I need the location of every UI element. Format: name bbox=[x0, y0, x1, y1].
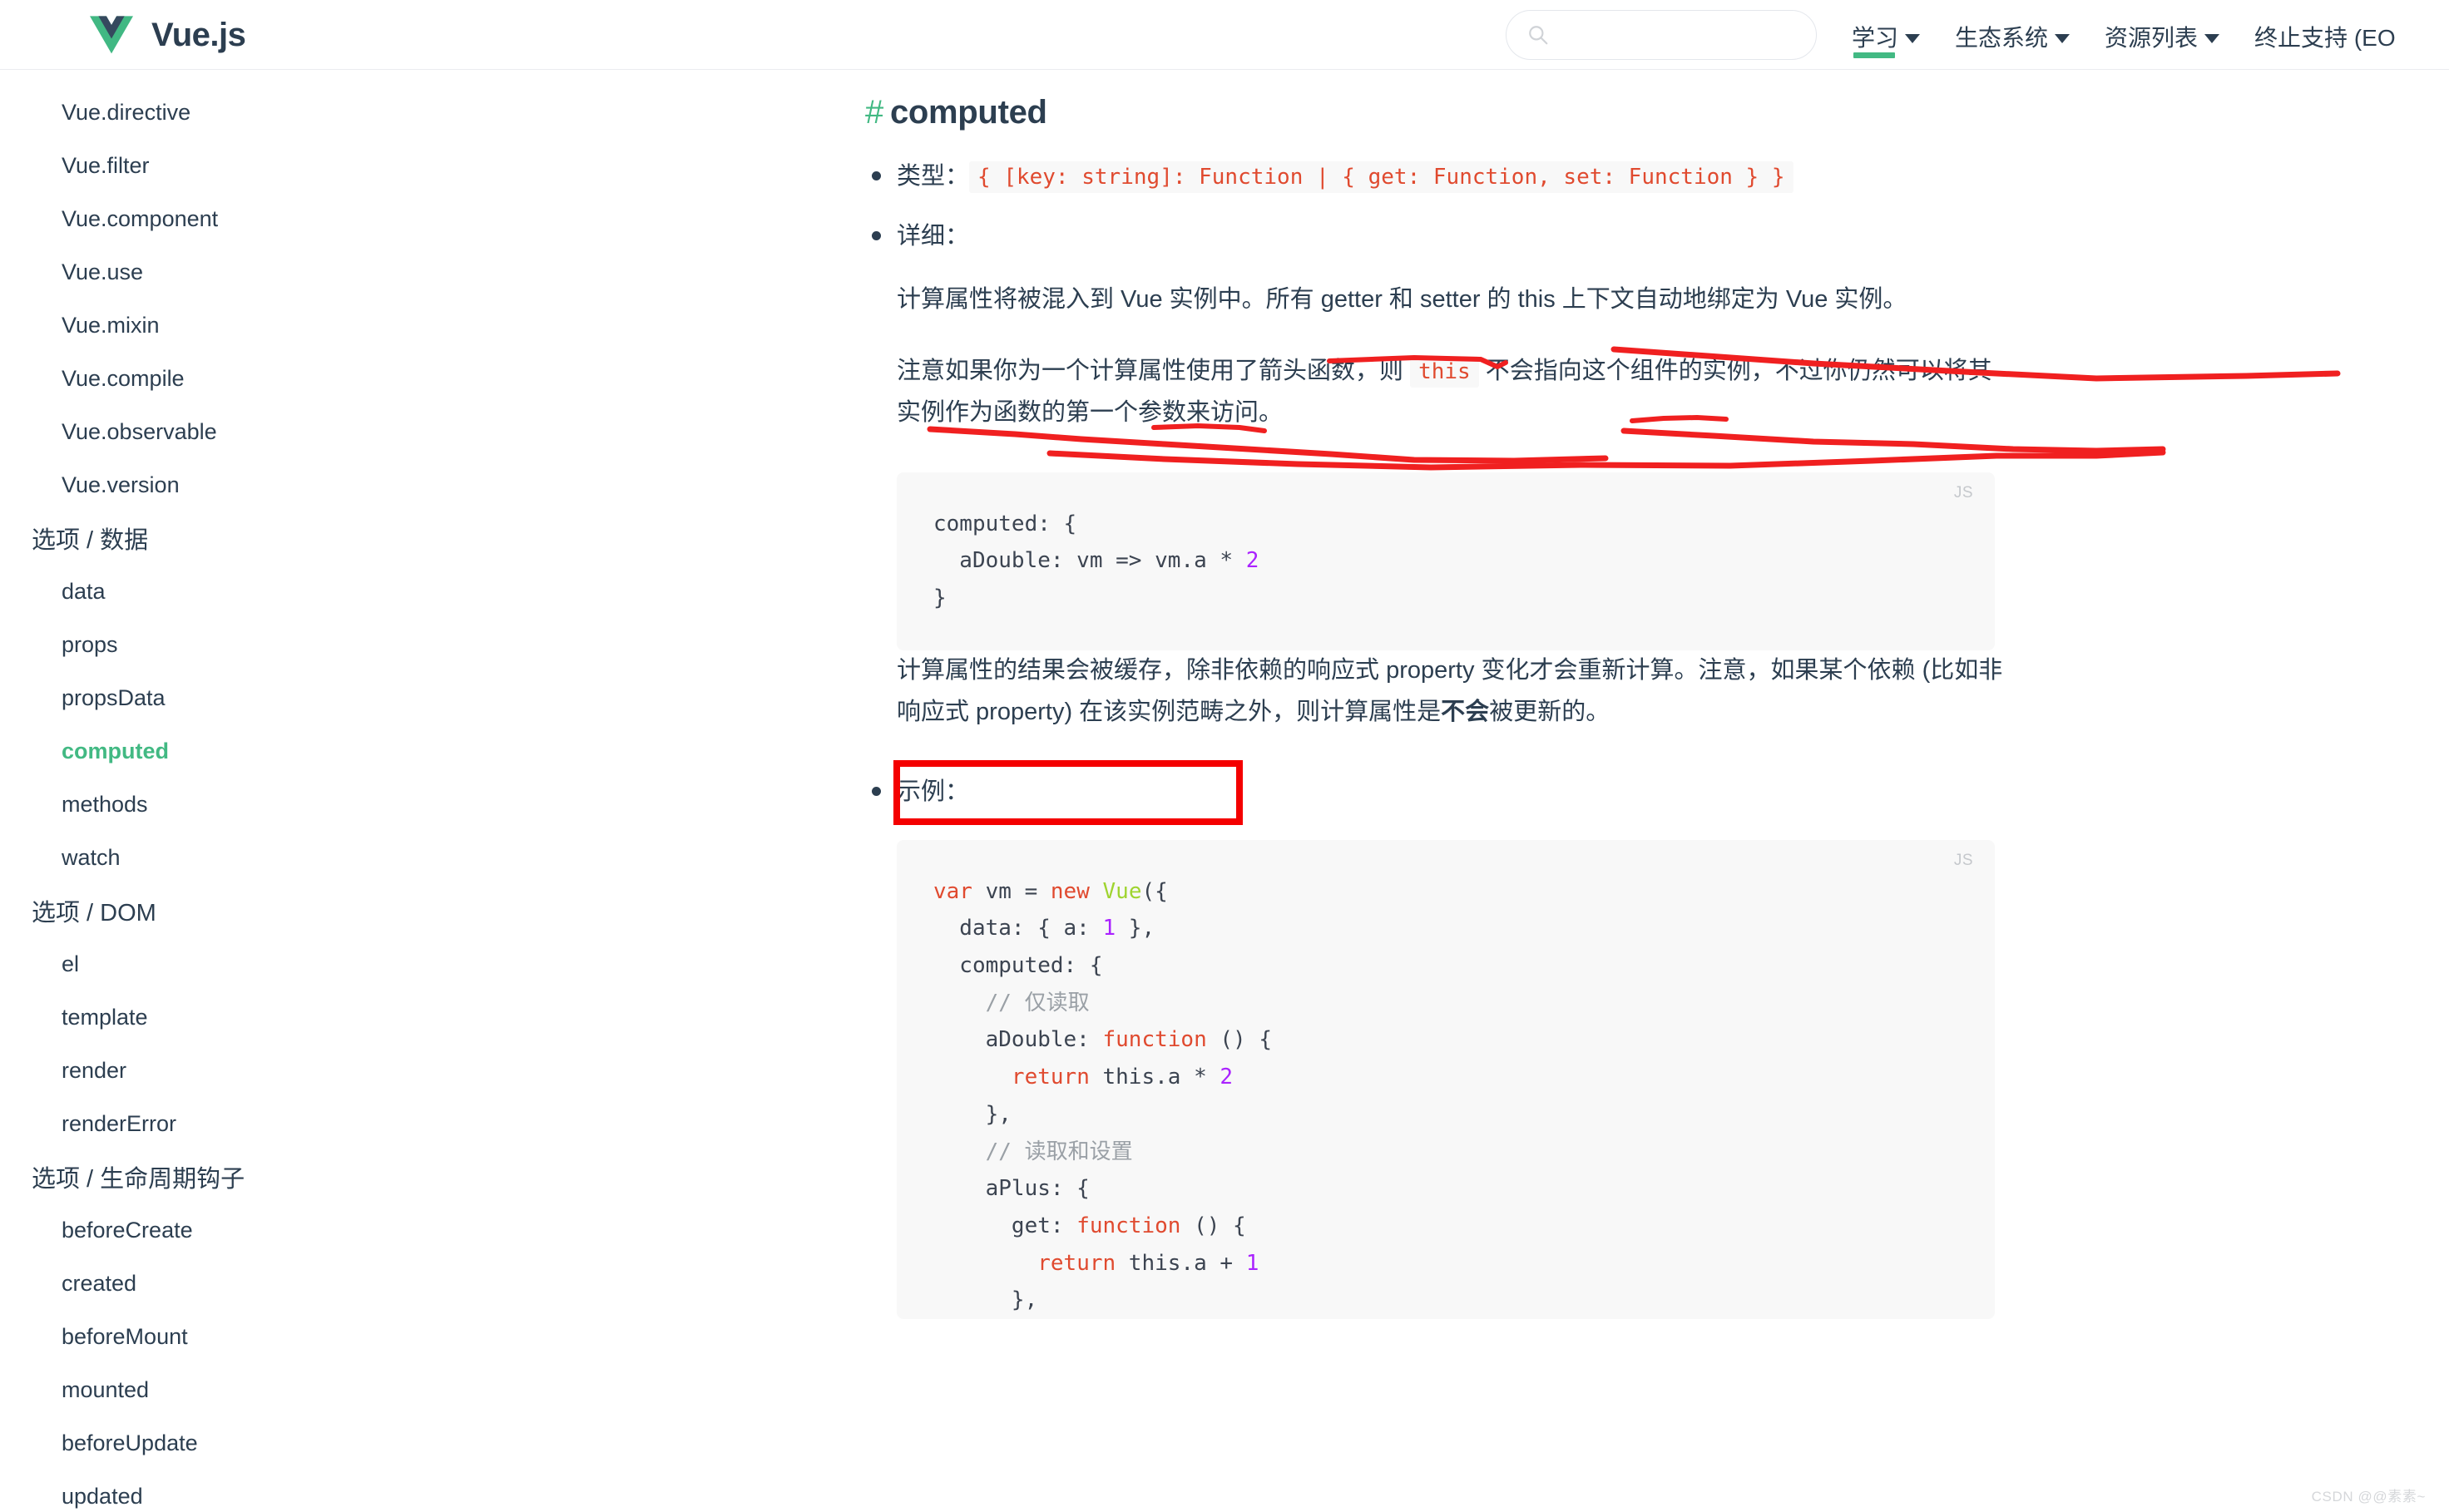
main-nav: 学习 生态系统 资源列表 终止支持 (EO bbox=[1852, 0, 2396, 70]
doc-sections: 类型：{ [key: string]: Function | { get: Fu… bbox=[865, 156, 2449, 1320]
detail-p2-part-a: 注意如果你为一个计算属性使用了箭头函数，则 bbox=[897, 357, 1411, 384]
chevron-down-icon bbox=[1905, 33, 1921, 43]
type-signature-code: { [key: string]: Function | { get: Funct… bbox=[969, 161, 1793, 193]
section-type: 类型：{ [key: string]: Function | { get: Fu… bbox=[865, 156, 2449, 193]
nav-item-eol-support[interactable]: 终止支持 (EO bbox=[2254, 0, 2396, 70]
chevron-down-icon bbox=[2204, 33, 2220, 43]
sidebar-item-vue-version[interactable]: Vue.version bbox=[0, 458, 399, 511]
sidebar-item-methods[interactable]: methods bbox=[0, 778, 399, 831]
sidebar-item-vue-component[interactable]: Vue.component bbox=[0, 192, 399, 245]
section-detail-label: 详细： bbox=[897, 223, 970, 250]
sidebar-group-options-dom: 选项 / DOM bbox=[32, 900, 156, 926]
cached-highlight-text: 计算属性的结果会被缓存， bbox=[897, 656, 1187, 684]
cached-paragraph: 计算属性的结果会被缓存，除非依赖的响应式 property 变化才会重新计算。注… bbox=[897, 650, 2003, 734]
sidebar-item-render[interactable]: render bbox=[0, 1044, 399, 1097]
chevron-down-icon bbox=[2055, 33, 2071, 43]
search-container bbox=[1506, 10, 1817, 60]
sidebar-item-el[interactable]: el bbox=[0, 937, 399, 991]
page-root: Vue.js 学习 生态系统 资源列表 终止支持 (EO Vue.directi… bbox=[0, 0, 2449, 1512]
page-title-text: computed bbox=[889, 94, 1047, 131]
nav-item-resources[interactable]: 资源列表 bbox=[2105, 0, 2220, 70]
nav-item-label: 终止支持 (EO bbox=[2254, 25, 2396, 51]
section-detail: 详细： 计算属性将被混入到 Vue 实例中。所有 getter 和 setter… bbox=[865, 216, 2449, 734]
sidebar-item-watch[interactable]: watch bbox=[0, 831, 399, 884]
nav-item-label: 学习 bbox=[1852, 25, 1899, 51]
sidebar-item-vue-use[interactable]: Vue.use bbox=[0, 245, 399, 299]
vue-logo-icon bbox=[90, 16, 133, 54]
sidebar-item-template[interactable]: template bbox=[0, 991, 399, 1044]
nav-item-label: 生态系统 bbox=[1955, 25, 2049, 51]
code-block-example: JS var vm = new Vue({ data: { a: 1 }, co… bbox=[897, 839, 1995, 1320]
brand-title: Vue.js bbox=[151, 17, 246, 53]
detail-paragraph-2: 注意如果你为一个计算属性使用了箭头函数，则 this 不会指向这个组件的实例，不… bbox=[897, 351, 2003, 434]
nav-item-ecosystem[interactable]: 生态系统 bbox=[1955, 0, 2071, 70]
sidebar-item-props[interactable]: props bbox=[0, 618, 399, 671]
doc-content: # computed 类型：{ [key: string]: Function |… bbox=[399, 71, 2449, 1512]
sidebar-item-vue-observable[interactable]: Vue.observable bbox=[0, 405, 399, 458]
sidebar-item-vue-filter[interactable]: Vue.filter bbox=[0, 139, 399, 192]
sidebar-item-mounted[interactable]: mounted bbox=[0, 1363, 399, 1416]
csdn-watermark: CSDN @@素素~ bbox=[2311, 1489, 2426, 1505]
detail-paragraph-1: 计算属性将被混入到 Vue 实例中。所有 getter 和 setter 的 t… bbox=[897, 286, 1907, 313]
page-title: # computed bbox=[865, 71, 2449, 131]
sidebar-item-beforecreate[interactable]: beforeCreate bbox=[0, 1203, 399, 1257]
sidebar-item-propsdata[interactable]: propsData bbox=[0, 671, 399, 724]
search-input[interactable] bbox=[1506, 10, 1817, 60]
sidebar-item-vue-compile[interactable]: Vue.compile bbox=[0, 352, 399, 405]
section-example: 示例： JS var vm = new Vue({ data: { a: 1 }… bbox=[865, 772, 2449, 1320]
sidebar-item-vue-mixin[interactable]: Vue.mixin bbox=[0, 299, 399, 352]
sidebar-item-updated[interactable]: updated bbox=[0, 1470, 399, 1512]
code-lang-label: JS bbox=[1953, 851, 1973, 869]
sidebar-item-beforemount[interactable]: beforeMount bbox=[0, 1310, 399, 1363]
docs-sidebar: Vue.directive Vue.filter Vue.component V… bbox=[0, 71, 399, 1512]
cached-tail-text: 被更新的。 bbox=[1489, 698, 1610, 725]
nav-item-label: 资源列表 bbox=[2105, 25, 2199, 51]
sidebar-group-options-data: 选项 / 数据 bbox=[32, 527, 149, 554]
site-header: Vue.js 学习 生态系统 资源列表 终止支持 (EO bbox=[0, 0, 2449, 70]
section-example-label: 示例： bbox=[897, 778, 970, 805]
this-keyword-code: this bbox=[1410, 355, 1479, 388]
code-line: computed: { bbox=[933, 511, 1077, 536]
sidebar-item-created[interactable]: created bbox=[0, 1257, 399, 1310]
cached-bold-text: 不会 bbox=[1441, 698, 1490, 725]
sidebar-item-vue-directive[interactable]: Vue.directive bbox=[0, 86, 399, 139]
code-number-token: 2 bbox=[1245, 548, 1259, 574]
code-block-computed-arrow: JS computed: { aDouble: vm => vm.a * 2 } bbox=[897, 472, 1995, 650]
code-block-2-content: var vm = new Vue({ data: { a: 1 }, compu… bbox=[933, 878, 1273, 1313]
code-line: } bbox=[933, 586, 947, 611]
sidebar-item-rendererror[interactable]: renderError bbox=[0, 1097, 399, 1150]
code-block-1-content: computed: { aDouble: vm => vm.a * 2 } bbox=[933, 511, 1259, 611]
sidebar-group-lifecycle-hooks: 选项 / 生命周期钩子 bbox=[32, 1166, 245, 1193]
brand-home-link[interactable]: Vue.js bbox=[90, 0, 246, 70]
sidebar-item-computed[interactable]: computed bbox=[0, 724, 399, 778]
anchor-hash-icon[interactable]: # bbox=[865, 94, 883, 131]
detail-body: 计算属性将被混入到 Vue 实例中。所有 getter 和 setter 的 t… bbox=[897, 279, 2449, 734]
sidebar-item-data[interactable]: data bbox=[0, 565, 399, 618]
section-type-label: 类型： bbox=[897, 163, 970, 190]
code-lang-label: JS bbox=[1953, 483, 1973, 502]
nav-item-learn[interactable]: 学习 bbox=[1852, 0, 1921, 70]
sidebar-item-beforeupdate[interactable]: beforeUpdate bbox=[0, 1416, 399, 1470]
